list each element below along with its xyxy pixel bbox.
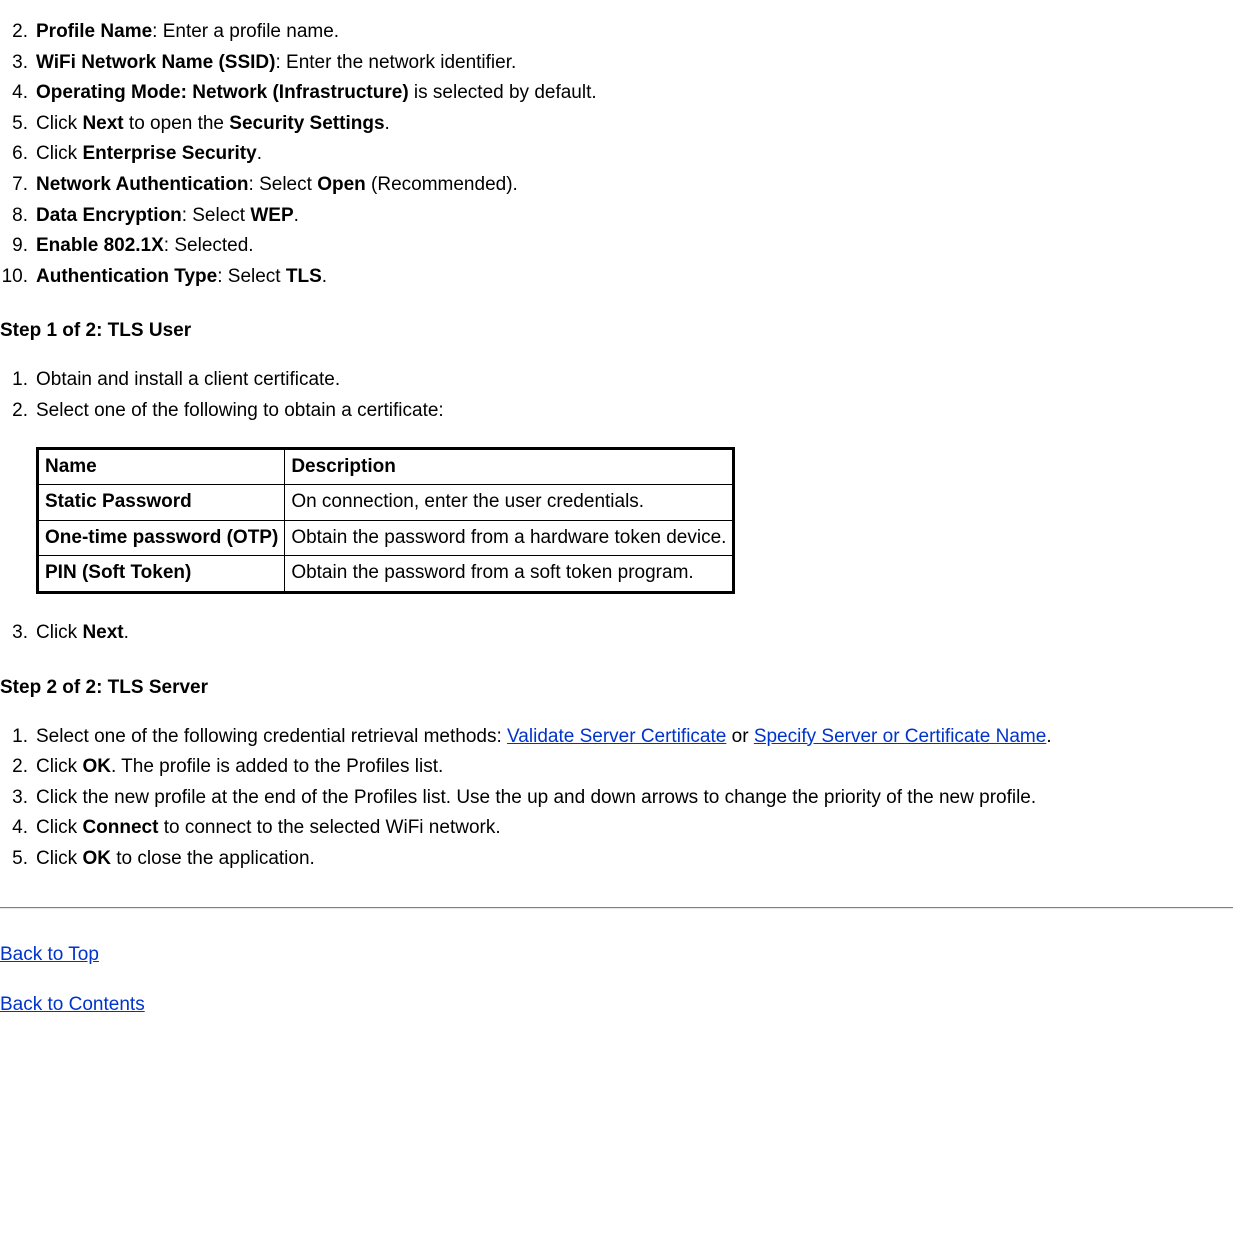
item-number: 4. [0, 815, 36, 842]
list-item: 1. Obtain and install a client certifica… [0, 367, 1233, 394]
item-number: 2. [0, 754, 36, 781]
step-1-list: 1. Obtain and install a client certifica… [0, 367, 1233, 646]
item-text: Select one of the following to obtain a … [36, 398, 1233, 616]
item-number: 10. [0, 264, 36, 291]
list-item: 2. Select one of the following to obtain… [0, 398, 1233, 616]
list-item: 10. Authentication Type: Select TLS. [0, 264, 1233, 291]
item-number: 3. [0, 785, 36, 812]
step-2-list: 1. Select one of the following credentia… [0, 724, 1233, 873]
item-text: Click OK to close the application. [36, 846, 1233, 873]
table-cell-name: Static Password [38, 485, 285, 521]
item-number: 5. [0, 846, 36, 873]
item-number: 2. [0, 398, 36, 616]
item-text: Enable 802.1X: Selected. [36, 233, 1233, 260]
item-number: 8. [0, 203, 36, 230]
list-item: 6. Click Enterprise Security. [0, 141, 1233, 168]
item-number: 4. [0, 80, 36, 107]
table-cell-name: One-time password (OTP) [38, 520, 285, 556]
table-cell-desc: Obtain the password from a hardware toke… [285, 520, 734, 556]
item-text: WiFi Network Name (SSID): Enter the netw… [36, 50, 1233, 77]
list-item: 5. Click OK to close the application. [0, 846, 1233, 873]
item-text: Click the new profile at the end of the … [36, 785, 1233, 812]
item-text: Click OK. The profile is added to the Pr… [36, 754, 1233, 781]
document-content: 2. Profile Name: Enter a profile name. 3… [0, 19, 1233, 1064]
list-item: 3. WiFi Network Name (SSID): Enter the n… [0, 50, 1233, 77]
list-item: 4. Click Connect to connect to the selec… [0, 815, 1233, 842]
item-text: Click Enterprise Security. [36, 141, 1233, 168]
item-number: 9. [0, 233, 36, 260]
table-row: Static Password On connection, enter the… [38, 485, 734, 521]
link-back-to-top[interactable]: Back to Top [0, 944, 99, 965]
item-number: 5. [0, 111, 36, 138]
table-row: PIN (Soft Token) Obtain the password fro… [38, 556, 734, 593]
item-text: Obtain and install a client certificate. [36, 367, 1233, 394]
divider [0, 907, 1233, 909]
item-text: Click Next to open the Security Settings… [36, 111, 1233, 138]
link-back-to-contents[interactable]: Back to Contents [0, 994, 145, 1015]
list-item: 9. Enable 802.1X: Selected. [0, 233, 1233, 260]
item-number: 1. [0, 724, 36, 751]
certificate-table: Name Description Static Password On conn… [36, 447, 735, 594]
item-text: Data Encryption: Select WEP. [36, 203, 1233, 230]
item-number: 3. [0, 50, 36, 77]
item-text: Operating Mode: Network (Infrastructure)… [36, 80, 1233, 107]
item-number: 2. [0, 19, 36, 46]
table-cell-name: PIN (Soft Token) [38, 556, 285, 593]
item-number: 7. [0, 172, 36, 199]
list-item: 1. Select one of the following credentia… [0, 724, 1233, 751]
item-text: Click Connect to connect to the selected… [36, 815, 1233, 842]
list-item: 3. Click the new profile at the end of t… [0, 785, 1233, 812]
item-text: Profile Name: Enter a profile name. [36, 19, 1233, 46]
link-validate-server-certificate[interactable]: Validate Server Certificate [507, 726, 726, 747]
list-item: 5. Click Next to open the Security Setti… [0, 111, 1233, 138]
link-specify-server-or-certificate-name[interactable]: Specify Server or Certificate Name [754, 726, 1047, 747]
table-row: One-time password (OTP) Obtain the passw… [38, 520, 734, 556]
footer-links: Back to Top Back to Contents [0, 944, 1233, 1016]
list-item: 4. Operating Mode: Network (Infrastructu… [0, 80, 1233, 107]
list-item: 2. Profile Name: Enter a profile name. [0, 19, 1233, 46]
item-text: Authentication Type: Select TLS. [36, 264, 1233, 291]
item-number: 6. [0, 141, 36, 168]
step-1-heading: Step 1 of 2: TLS User [0, 320, 1233, 342]
table-cell-desc: On connection, enter the user credential… [285, 485, 734, 521]
item-number: 3. [0, 620, 36, 647]
list-item: 8. Data Encryption: Select WEP. [0, 203, 1233, 230]
table-header-row: Name Description [38, 448, 734, 485]
list-item: 3. Click Next. [0, 620, 1233, 647]
table-header-name: Name [38, 448, 285, 485]
list-item: 2. Click OK. The profile is added to the… [0, 754, 1233, 781]
step-2-heading: Step 2 of 2: TLS Server [0, 677, 1233, 699]
initial-steps-list: 2. Profile Name: Enter a profile name. 3… [0, 19, 1233, 290]
item-text: Network Authentication: Select Open (Rec… [36, 172, 1233, 199]
item-text: Click Next. [36, 620, 1233, 647]
item-number: 1. [0, 367, 36, 394]
table-cell-desc: Obtain the password from a soft token pr… [285, 556, 734, 593]
item-text: Select one of the following credential r… [36, 724, 1233, 751]
list-item: 7. Network Authentication: Select Open (… [0, 172, 1233, 199]
table-header-description: Description [285, 448, 734, 485]
